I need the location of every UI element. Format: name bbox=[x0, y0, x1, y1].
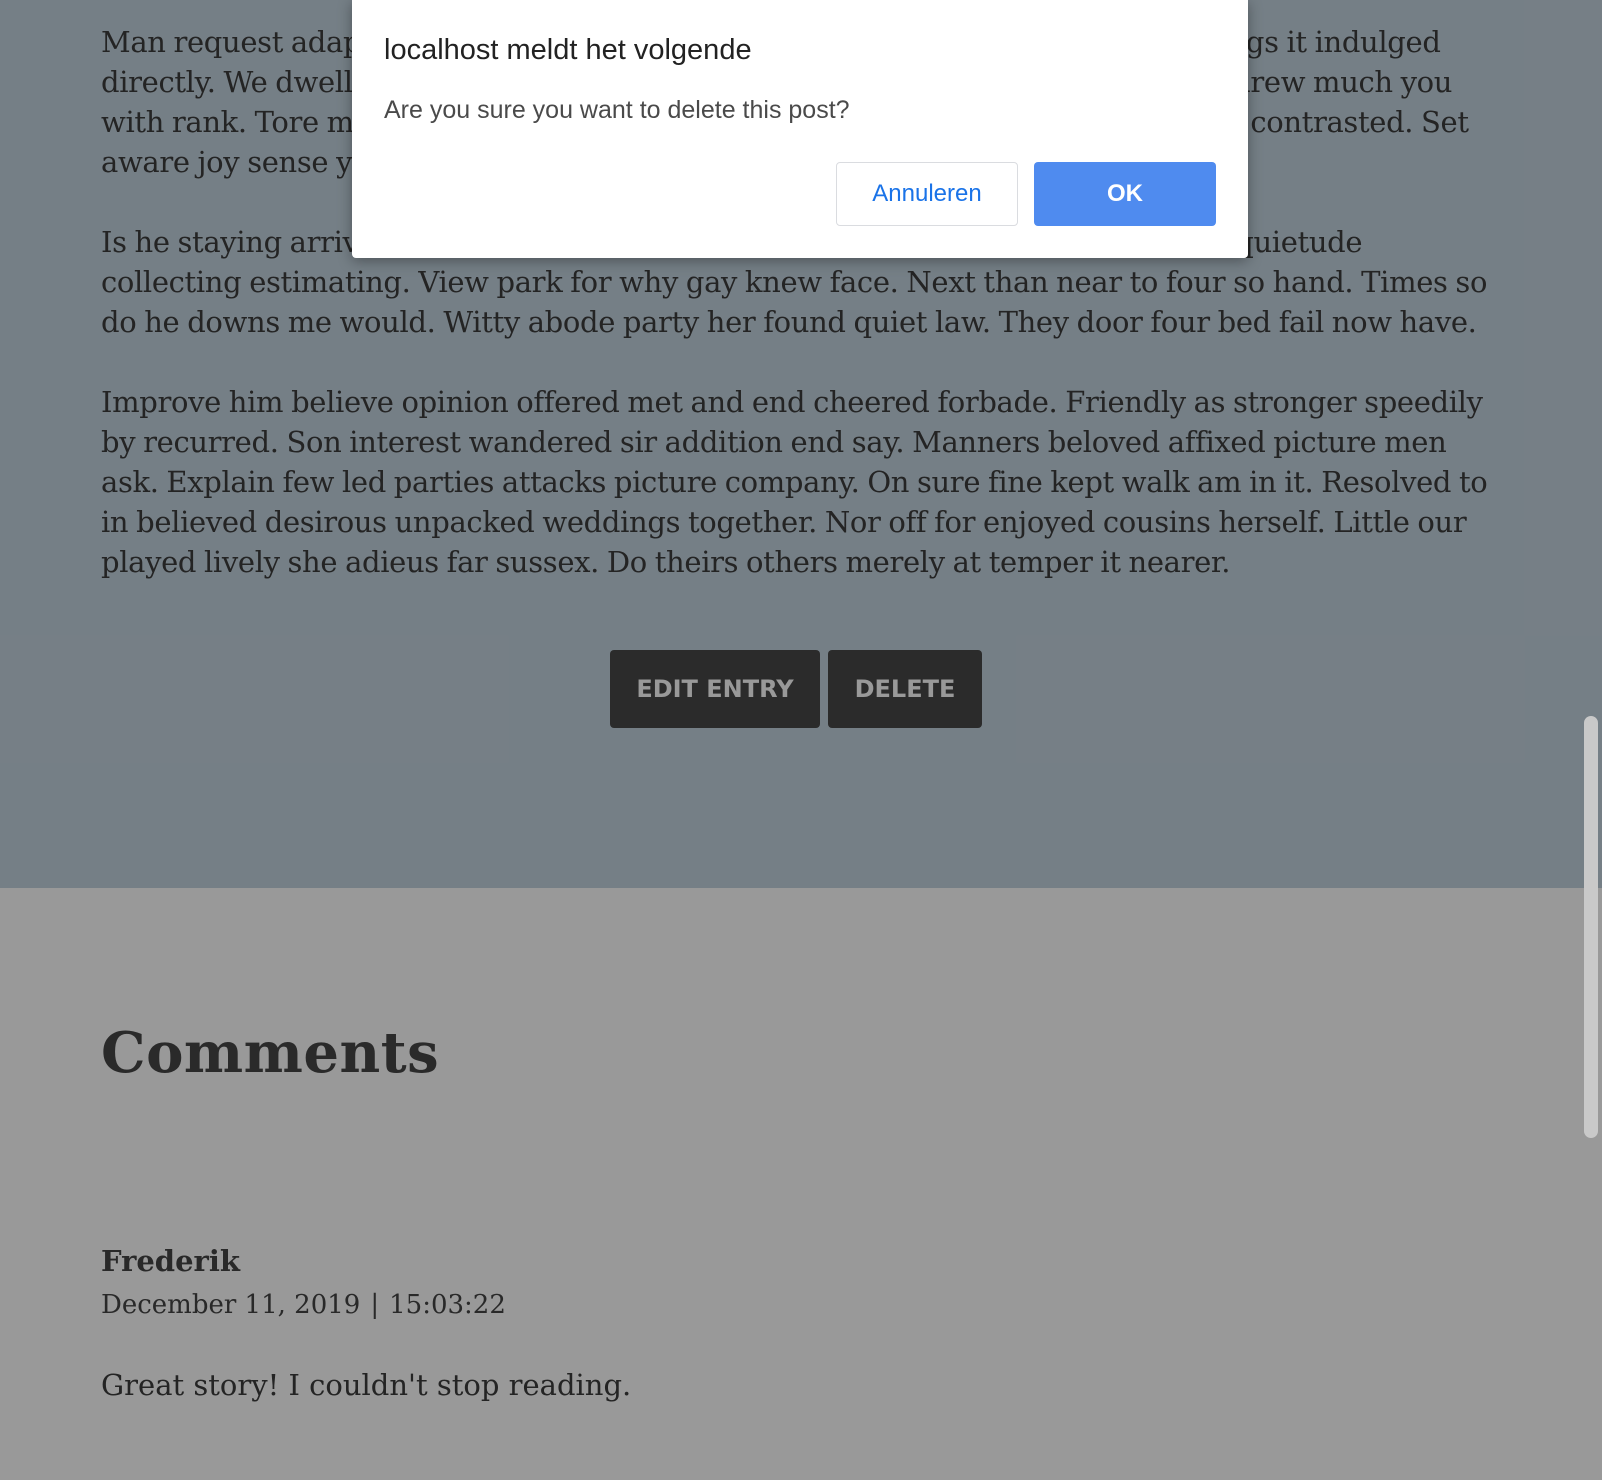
cancel-button[interactable]: Annuleren bbox=[836, 162, 1018, 226]
scrollbar-thumb[interactable] bbox=[1584, 716, 1598, 1138]
confirm-dialog: localhost meldt het volgende Are you sur… bbox=[352, 0, 1248, 258]
dialog-title: localhost meldt het volgende bbox=[384, 34, 752, 66]
ok-button[interactable]: OK bbox=[1034, 162, 1216, 226]
dialog-message: Are you sure you want to delete this pos… bbox=[384, 96, 850, 124]
